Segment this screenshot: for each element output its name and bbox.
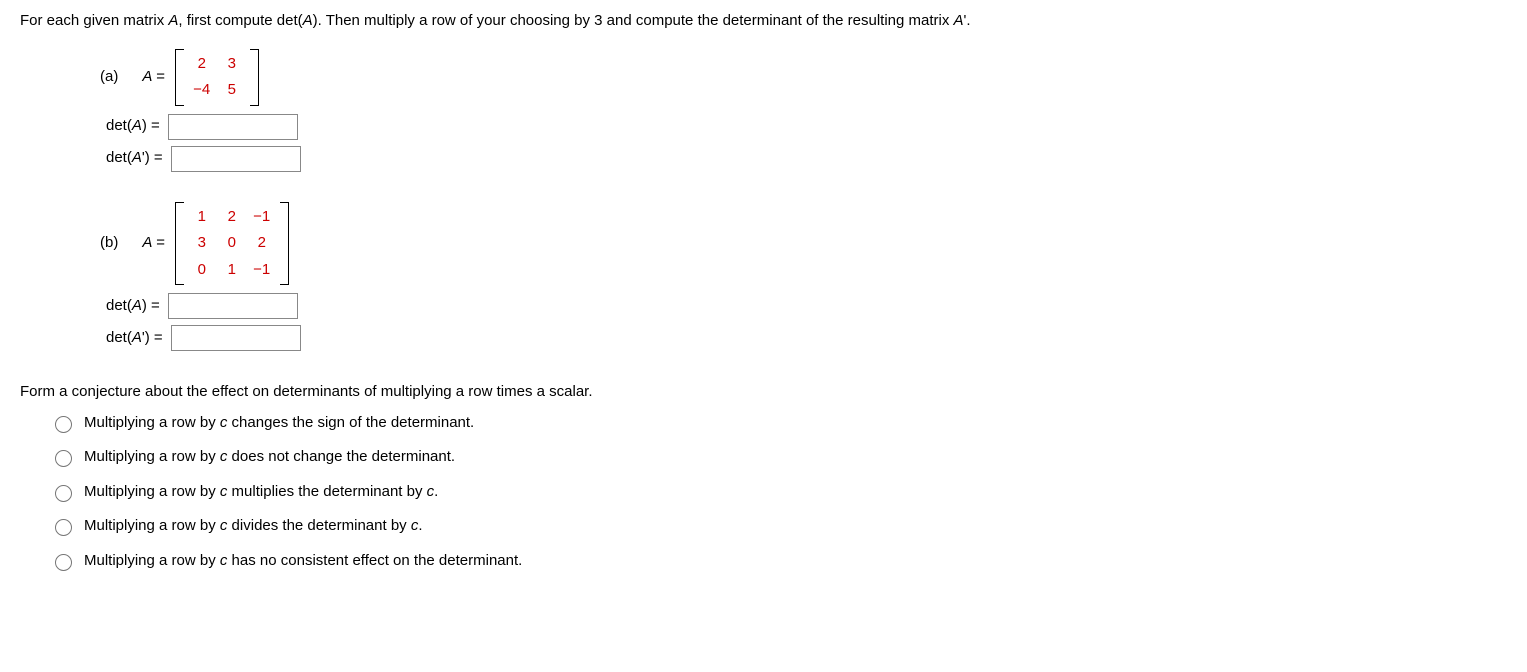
radio-input-1[interactable] (55, 450, 72, 467)
matrix-cell: 1 (217, 257, 247, 284)
matrix-cell: 2 (247, 230, 277, 257)
part-b-label: (b) (100, 232, 118, 255)
matrix-cell: 0 (217, 230, 247, 257)
radio-label-2: Multiplying a row by c multiplies the de… (84, 481, 438, 504)
matrix-cell: −4 (187, 77, 217, 104)
radio-input-4[interactable] (55, 554, 72, 571)
matrix-cell: −1 (247, 204, 277, 231)
part-b-matrix-label: A = (142, 232, 164, 255)
part-a-label: (a) (100, 66, 118, 89)
matrix-cell: 5 (217, 77, 247, 104)
matrix-cell: 2 (187, 51, 217, 78)
radio-option-0[interactable]: Multiplying a row by c changes the sign … (50, 412, 1507, 435)
matrix-cell: 3 (187, 230, 217, 257)
det-aprime-label-b: det(A') = (106, 327, 163, 350)
radio-label-1: Multiplying a row by c does not change t… (84, 446, 455, 469)
radio-option-2[interactable]: Multiplying a row by c multiplies the de… (50, 481, 1507, 504)
matrix-cell: 0 (187, 257, 217, 284)
matrix-cell: 2 (217, 204, 247, 231)
radio-option-1[interactable]: Multiplying a row by c does not change t… (50, 446, 1507, 469)
radio-option-4[interactable]: Multiplying a row by c has no consistent… (50, 550, 1507, 573)
det-a-input-b[interactable] (168, 293, 298, 319)
det-a-input[interactable] (168, 114, 298, 140)
radio-label-4: Multiplying a row by c has no consistent… (84, 550, 522, 573)
radio-option-3[interactable]: Multiplying a row by c divides the deter… (50, 515, 1507, 538)
conjecture-section: Form a conjecture about the effect on de… (20, 381, 1507, 572)
part-a-matrix-label: A = (142, 66, 164, 89)
part-a: (a) A = 2 3 −4 5 det(A) = det(A') = (100, 49, 1507, 172)
conjecture-prompt: Form a conjecture about the effect on de… (20, 381, 1507, 404)
radio-input-2[interactable] (55, 485, 72, 502)
det-a-label-b: det(A) = (106, 295, 160, 318)
matrix-cell: 1 (187, 204, 217, 231)
part-b-matrix: 1 2 −1 3 0 2 0 1 −1 (175, 202, 289, 286)
det-aprime-input[interactable] (171, 146, 301, 172)
part-b: (b) A = 1 2 −1 3 0 2 0 1 −1 (100, 202, 1507, 352)
part-a-matrix: 2 3 −4 5 (175, 49, 259, 106)
radio-label-3: Multiplying a row by c divides the deter… (84, 515, 423, 538)
det-aprime-label: det(A') = (106, 147, 163, 170)
instructions-text: For each given matrix A, first compute d… (20, 10, 1507, 33)
radio-input-3[interactable] (55, 519, 72, 536)
matrix-cell: 3 (217, 51, 247, 78)
matrix-cell: −1 (247, 257, 277, 284)
det-a-label: det(A) = (106, 115, 160, 138)
radio-input-0[interactable] (55, 416, 72, 433)
det-aprime-input-b[interactable] (171, 325, 301, 351)
radio-label-0: Multiplying a row by c changes the sign … (84, 412, 474, 435)
